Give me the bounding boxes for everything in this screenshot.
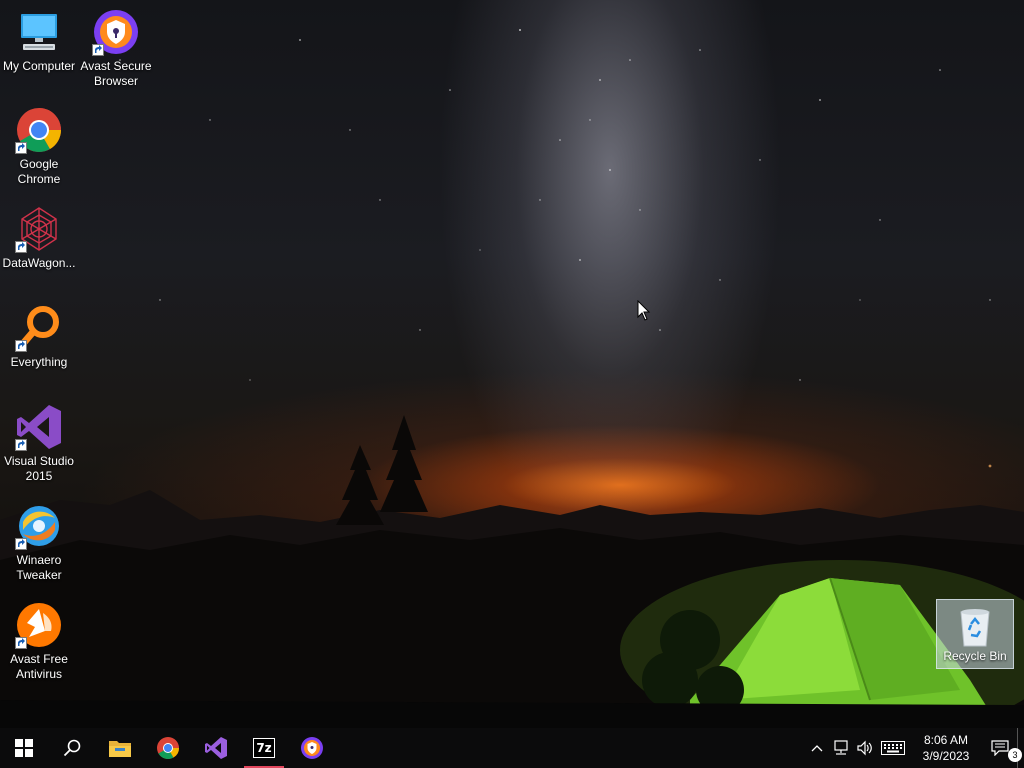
keyboard-icon — [881, 741, 905, 755]
recycle-bin-icon — [960, 609, 990, 647]
desktop-icon-label: Visual Studio 2015 — [4, 454, 74, 483]
taskbar-google-chrome[interactable] — [144, 728, 192, 768]
mouse-cursor-icon — [637, 300, 651, 321]
file-explorer-icon — [109, 741, 131, 757]
clock[interactable]: 8:06 AM 3/9/2023 — [915, 732, 977, 764]
desktop-wallpaper — [0, 0, 1024, 728]
shortcut-arrow-icon — [15, 538, 27, 550]
chevron-up-icon — [811, 745, 823, 752]
desktop-icon-winaero-tweaker[interactable]: Winaero Tweaker — [1, 502, 77, 583]
touch-keyboard-button[interactable] — [877, 728, 909, 768]
desktop-icon-label: My Computer — [2, 59, 76, 73]
notification-icon — [991, 740, 1009, 756]
avast-secure-browser-icon — [301, 737, 323, 759]
desktop-icon-recycle-bin[interactable]: Recycle Bin — [936, 599, 1014, 669]
chrome-icon — [157, 737, 179, 759]
shortcut-arrow-icon — [15, 439, 27, 451]
notification-count-badge: 3 — [1008, 748, 1022, 762]
desktop-icon-label: Google Chrome — [17, 157, 61, 186]
desktop-icon-label: Avast Secure Browser — [80, 59, 152, 88]
network-button[interactable] — [829, 728, 853, 768]
desktop-icon-my-computer[interactable]: My Computer — [1, 8, 77, 74]
clock-date: 3/9/2023 — [922, 749, 970, 763]
desktop-icon-label: Everything — [10, 355, 68, 369]
desktop-icon-google-chrome[interactable]: Google Chrome — [1, 106, 77, 187]
search-button[interactable] — [48, 728, 96, 768]
start-button[interactable] — [0, 728, 48, 768]
shortcut-arrow-icon — [15, 142, 27, 154]
desktop-icon-label: Avast Free Antivirus — [10, 652, 68, 681]
desktop-icon-label: Recycle Bin — [943, 649, 1007, 663]
wallpaper-landscape — [0, 29, 1024, 728]
desktop-icon-label: Winaero Tweaker — [16, 553, 62, 582]
my-computer-icon — [21, 14, 57, 50]
shortcut-arrow-icon — [15, 241, 27, 253]
shortcut-arrow-icon — [15, 340, 27, 352]
network-icon — [834, 740, 848, 755]
desktop-icon-avast-secure-browser[interactable]: Avast Secure Browser — [78, 8, 154, 89]
7zip-label: 7z — [256, 741, 272, 755]
desktop-icon-label: DataWagon... — [2, 256, 76, 270]
taskbar-visual-studio[interactable] — [192, 728, 240, 768]
shortcut-arrow-icon — [15, 637, 27, 649]
shortcut-arrow-icon — [92, 44, 104, 56]
taskbar: 7z 8:06 AM 3/9/2023 3 — [0, 728, 1024, 768]
taskbar-file-explorer[interactable] — [96, 728, 144, 768]
desktop-icon-everything[interactable]: Everything — [1, 304, 77, 370]
speaker-icon — [857, 740, 872, 756]
windows-start-icon — [15, 739, 33, 757]
show-hidden-icons-button[interactable] — [805, 728, 829, 768]
clock-time: 8:06 AM — [923, 733, 969, 747]
search-icon — [63, 739, 81, 757]
taskbar-7zip[interactable]: 7z — [240, 728, 288, 768]
desktop-icon-avast-free-antivirus[interactable]: Avast Free Antivirus — [1, 601, 77, 682]
volume-button[interactable] — [853, 728, 877, 768]
desktop-icon-visual-studio[interactable]: Visual Studio 2015 — [1, 403, 77, 484]
visual-studio-icon — [205, 737, 227, 759]
desktop-icon-datawagon[interactable]: DataWagon... — [1, 205, 77, 271]
system-tray: 8:06 AM 3/9/2023 3 — [805, 728, 1024, 768]
7zip-icon: 7z — [253, 738, 275, 758]
action-center-button[interactable]: 3 — [983, 728, 1022, 768]
taskbar-avast-secure-browser[interactable] — [288, 728, 336, 768]
